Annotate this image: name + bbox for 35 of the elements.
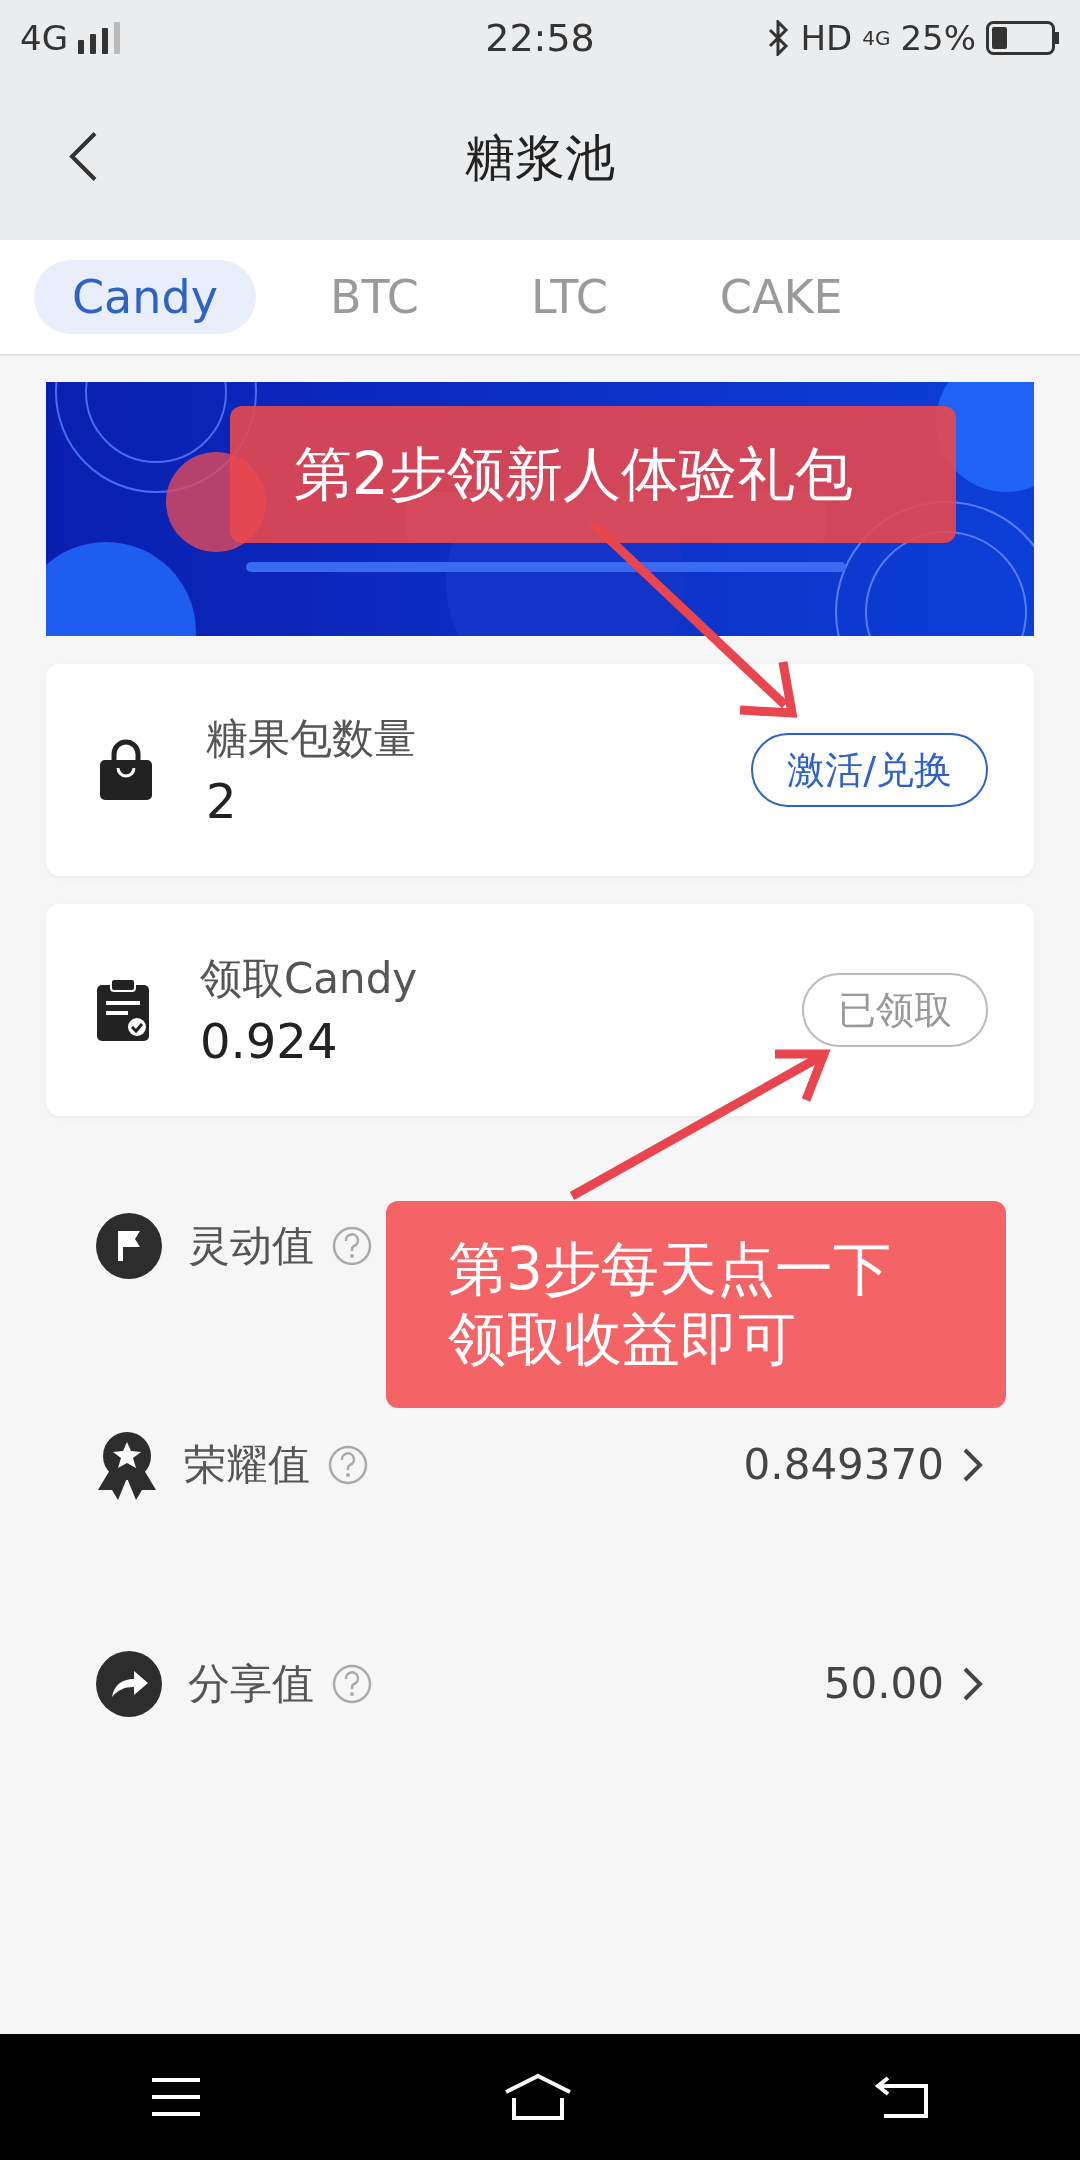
tab[interactable]: Candy — [34, 260, 256, 334]
battery-icon — [986, 21, 1060, 55]
callout-text: 领取收益即可 — [448, 1304, 797, 1375]
chevron-right-icon — [962, 1665, 984, 1702]
bluetooth-icon — [768, 20, 791, 56]
card-label: 领取Candy — [200, 953, 419, 1005]
share-icon — [96, 1650, 162, 1717]
tab[interactable]: LTC — [493, 260, 646, 334]
data-indicator: 4G — [862, 28, 891, 48]
medal-icon — [96, 1429, 158, 1500]
clipboard-icon — [94, 977, 152, 1043]
page-title: 糖浆池 — [465, 127, 615, 189]
stat-label: 分享值 — [188, 1657, 314, 1710]
menu-button[interactable] — [150, 2077, 202, 2117]
battery-percent: 25% — [900, 18, 976, 58]
callout-text: 第2步领新人体验礼包 — [294, 439, 854, 510]
clock: 22:58 — [485, 16, 595, 60]
chevron-right-icon — [962, 1446, 984, 1483]
card-label: 糖果包数量 — [206, 713, 417, 765]
tab[interactable]: CAKE — [681, 260, 881, 334]
action-button[interactable]: 激活/兑换 — [751, 733, 988, 807]
flag-icon — [96, 1212, 162, 1279]
card-value: 2 — [206, 773, 238, 829]
hd-indicator: HD — [800, 18, 853, 58]
callout-text: 第3步每天点一下 — [448, 1234, 892, 1305]
home-button[interactable] — [502, 2072, 574, 2122]
stat-label: 灵动值 — [188, 1219, 314, 1272]
stat-value[interactable]: 0.849370 — [743, 1440, 944, 1489]
back-nav-button[interactable] — [874, 2074, 930, 2120]
signal-icon — [78, 22, 122, 54]
network-type: 4G — [20, 18, 68, 58]
card-value: 0.924 — [200, 1013, 339, 1069]
stat-value[interactable]: 50.00 — [823, 1659, 944, 1708]
tab[interactable]: BTC — [291, 260, 457, 334]
stat-label: 荣耀值 — [184, 1438, 310, 1491]
